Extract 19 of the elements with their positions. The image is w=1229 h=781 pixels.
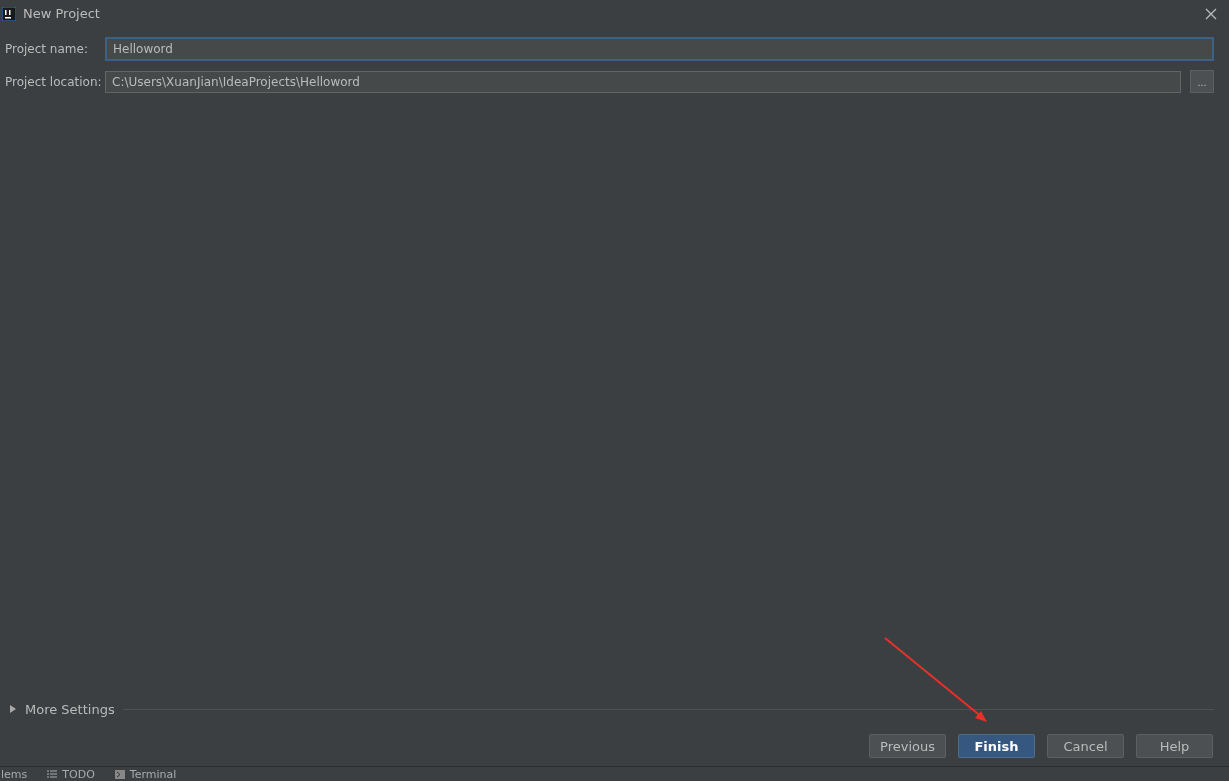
input-field[interactable]: C:\Users\XuanJian\IdeaProjects\Helloword (105, 70, 1181, 93)
app-logo-icon (2, 6, 16, 21)
window-title: New Project (23, 6, 100, 21)
input-field[interactable]: Helloword (105, 37, 1214, 61)
tool-window-tab[interactable]: TODO (62, 767, 95, 781)
list-icon (47, 770, 58, 778)
tool-window-tab[interactable]: lems (1, 767, 28, 781)
dialog-button[interactable]: Finish (958, 734, 1035, 758)
dialog-button[interactable]: Previous (869, 734, 946, 758)
dialog-button[interactable]: Help (1136, 734, 1213, 758)
expand-arrow-icon[interactable] (9, 705, 17, 713)
field-label: Project location: (5, 74, 99, 89)
more-settings-toggle[interactable]: More Settings (25, 701, 115, 717)
dialog-button[interactable]: Cancel (1047, 734, 1124, 758)
close-icon[interactable] (1205, 7, 1217, 20)
terminal-icon (114, 769, 125, 779)
browse-button[interactable]: ... (1190, 70, 1214, 93)
tool-window-tab[interactable]: Terminal (129, 767, 177, 781)
field-label: Project name: (5, 42, 89, 56)
